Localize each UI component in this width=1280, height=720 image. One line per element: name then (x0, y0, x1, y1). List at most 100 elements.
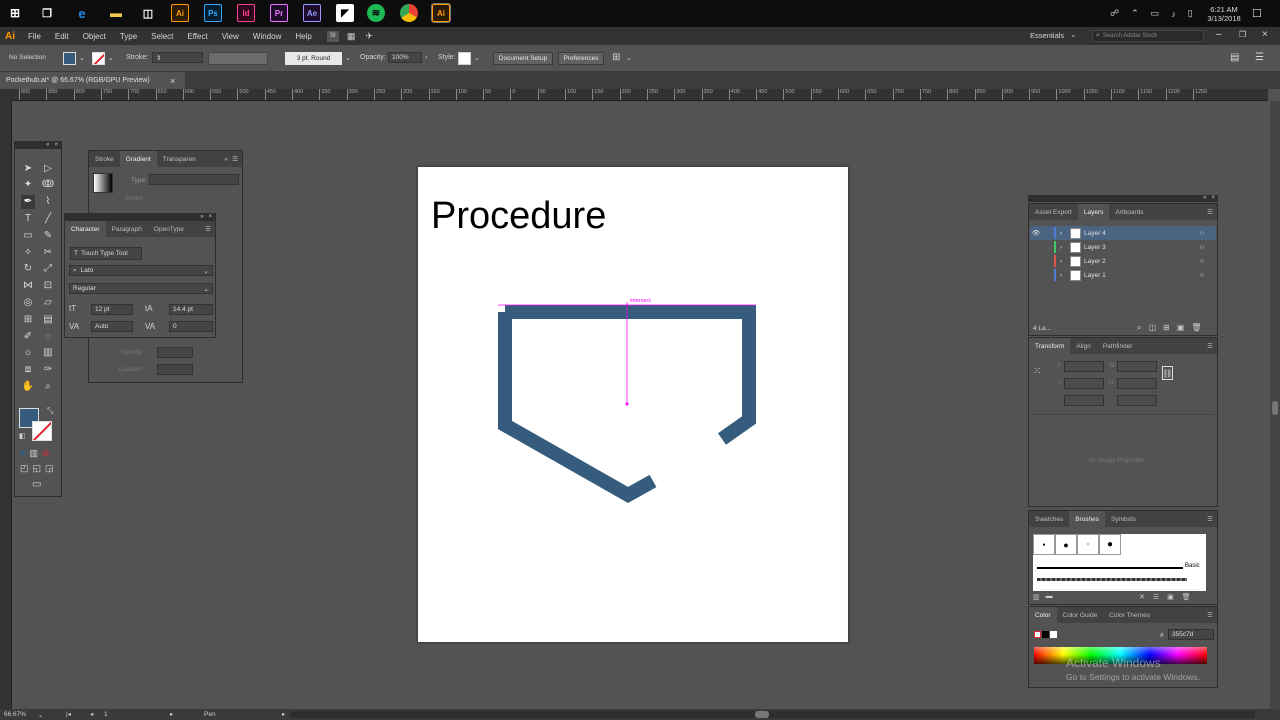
lasso-tool-icon[interactable]: ↂ (41, 178, 55, 192)
font-size-field[interactable]: 12 pt (91, 304, 133, 315)
blend-tool-icon[interactable]: ◌ (41, 329, 55, 343)
close-tools-icon[interactable]: × (54, 142, 58, 149)
leading-field[interactable]: 14.4 pt (169, 304, 213, 315)
visibility-eye-icon[interactable]: 👁 (1030, 229, 1042, 237)
constrain-proportions-icon[interactable]: ⛓ (1162, 366, 1173, 380)
artboard-number[interactable]: 1 (104, 711, 108, 718)
tracking-field[interactable]: 0 (169, 321, 213, 332)
anchor-point[interactable] (625, 402, 629, 406)
transform-y-field[interactable] (1064, 378, 1104, 389)
gradient-panel-menu-icon[interactable]: ☰ (232, 155, 242, 163)
brushes-panel-menu-icon[interactable]: ☰ (1207, 515, 1217, 523)
brush-open-icon[interactable]: ▬ (1046, 593, 1053, 601)
first-artboard-icon[interactable]: |◂ (66, 710, 71, 718)
layers-panel-menu-icon[interactable]: ☰ (1207, 208, 1217, 216)
curvature-tool-icon[interactable]: ⌇ (41, 195, 55, 209)
zoom-level[interactable]: 66.67% (4, 711, 26, 718)
next-artboard-icon[interactable]: ▸ (170, 710, 173, 718)
target-circle-icon[interactable]: ○ (1200, 244, 1204, 251)
shape-builder-tool-icon[interactable]: ◎ (21, 295, 35, 309)
pen-tool-icon[interactable]: ✒ (21, 194, 35, 209)
selection-tool-icon[interactable]: ➤ (21, 161, 35, 175)
layer-row[interactable]: › Layer 3 ○ (1030, 240, 1216, 254)
font-family-dropdown[interactable]: ⌕ Lato ⌄ (69, 265, 213, 276)
target-circle-icon[interactable]: ○ (1200, 258, 1204, 265)
rectangle-tool-icon[interactable]: ▭ (21, 228, 35, 242)
brush-libraries-icon[interactable]: ▥ (1033, 593, 1040, 601)
tab-layers[interactable]: Layers (1077, 204, 1110, 220)
tab-asset-export[interactable]: Asset Export (1029, 204, 1078, 220)
kerning-field[interactable]: Auto (91, 321, 133, 332)
expand-layer-icon[interactable]: › (1060, 244, 1070, 251)
target-circle-icon[interactable]: ○ (1200, 230, 1204, 237)
layer-name[interactable]: Layer 3 (1084, 244, 1106, 251)
none-mode-icon[interactable]: ⊘ (42, 448, 50, 459)
symbol-sprayer-tool-icon[interactable]: ☼ (21, 346, 35, 360)
tab-stroke[interactable]: Stroke (89, 151, 120, 167)
tab-artboards[interactable]: Artboards (1109, 204, 1149, 220)
tab-symbols[interactable]: Symbols (1105, 511, 1142, 527)
shear-field[interactable] (1117, 395, 1157, 406)
zoom-tool-icon[interactable]: ⌕ (41, 379, 55, 393)
previous-artboard-icon[interactable]: ◂ (90, 710, 93, 718)
rotate-field[interactable] (1064, 395, 1104, 406)
layer-row[interactable]: › Layer 2 ○ (1030, 254, 1216, 268)
shaper-tool-icon[interactable]: ✧ (21, 245, 35, 259)
tab-color[interactable]: Color (1029, 607, 1057, 623)
artboard-tool-icon[interactable]: ⧈ (21, 363, 35, 377)
tab-opentype[interactable]: OpenType (148, 221, 190, 237)
dock-close-icon[interactable]: × (1211, 195, 1215, 202)
draw-inside-icon[interactable]: ◲ (45, 463, 54, 474)
tab-gradient[interactable]: Gradient (119, 151, 157, 167)
tab-pathfinder[interactable]: Pathfinder (1097, 338, 1139, 354)
tab-character[interactable]: Character (65, 221, 106, 237)
dock-collapse-icon[interactable]: » (1203, 195, 1206, 202)
gradient-tool-icon[interactable]: ▤ (41, 312, 55, 326)
charcoal-brush-stroke[interactable] (1037, 578, 1187, 581)
clipping-mask-icon[interactable]: ◫ (1148, 323, 1156, 333)
target-circle-icon[interactable]: ○ (1200, 272, 1204, 279)
character-close-icon[interactable]: × (208, 214, 212, 221)
color-mode-icon[interactable]: ■ (20, 448, 25, 459)
draw-behind-icon[interactable]: ◱ (33, 463, 42, 474)
brush-tip-soft[interactable]: ● (1077, 534, 1099, 555)
tab-paragraph[interactable]: Paragraph (106, 221, 148, 237)
gradient-location-field[interactable] (157, 364, 193, 375)
delete-layer-icon[interactable]: 🗑 (1191, 323, 1201, 333)
stroke-color-box[interactable] (32, 421, 52, 441)
character-collapse-icon[interactable]: » (200, 214, 203, 221)
remove-stroke-icon[interactable]: ✕ (1139, 593, 1145, 601)
delete-brush-icon[interactable]: 🗑 (1182, 593, 1191, 601)
collapse-tools-icon[interactable]: « (46, 142, 49, 149)
layer-name[interactable]: Layer 1 (1084, 272, 1106, 279)
none-swatch[interactable] (1034, 631, 1041, 638)
gradient-mode-icon[interactable]: ▥ (29, 448, 38, 459)
horizontal-scroll-thumb[interactable] (755, 711, 769, 718)
new-sublayer-icon[interactable]: ⊞ (1163, 323, 1170, 333)
zoom-chevron-icon[interactable]: ⌄ (38, 711, 43, 719)
slice-tool-icon[interactable]: ✑ (41, 363, 55, 377)
tab-color-guide[interactable]: Color Guide (1057, 607, 1104, 623)
vertical-scroll-thumb[interactable] (1272, 401, 1278, 415)
gradient-opacity-field[interactable] (157, 347, 193, 358)
expand-layer-icon[interactable]: › (1060, 272, 1070, 279)
perspective-grid-tool-icon[interactable]: ▱ (41, 295, 55, 309)
eyedropper-tool-icon[interactable]: ✐ (21, 329, 35, 343)
transform-w-field[interactable] (1117, 361, 1157, 372)
expand-layer-icon[interactable]: › (1060, 258, 1070, 265)
black-swatch[interactable] (1042, 631, 1049, 638)
basic-brush-stroke[interactable] (1037, 567, 1183, 569)
hand-tool-icon[interactable]: ✋ (21, 379, 35, 393)
layer-name[interactable]: Layer 4 (1084, 230, 1106, 237)
brush-tip-small[interactable]: ● (1033, 534, 1055, 555)
tab-brushes[interactable]: Brushes (1069, 511, 1106, 527)
gradient-panel-collapse-icon[interactable]: « (225, 156, 233, 163)
magic-wand-tool-icon[interactable]: ✦ (21, 178, 35, 192)
rotate-tool-icon[interactable]: ↻ (21, 262, 35, 276)
reference-point-icon[interactable]: ⁙ (1033, 366, 1041, 377)
color-panel-menu-icon[interactable]: ☰ (1207, 611, 1217, 619)
layer-name[interactable]: Layer 2 (1084, 258, 1106, 265)
transform-panel-menu-icon[interactable]: ☰ (1207, 342, 1217, 350)
gradient-type-dropdown[interactable] (149, 174, 239, 185)
mesh-tool-icon[interactable]: ⊞ (21, 312, 35, 326)
